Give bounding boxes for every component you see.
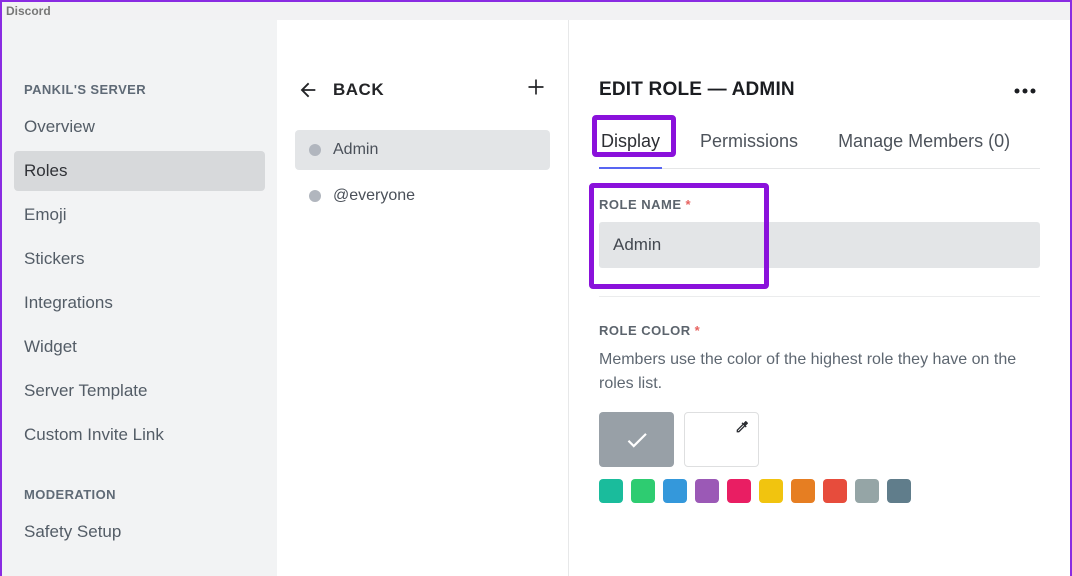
color-swatch-row <box>599 479 1040 503</box>
role-name-input[interactable] <box>599 222 1040 268</box>
back-label: BACK <box>333 80 384 100</box>
color-swatch[interactable] <box>791 479 815 503</box>
sidebar-item-custom-invite[interactable]: Custom Invite Link <box>14 415 265 455</box>
arrow-left-icon <box>297 79 319 101</box>
role-editor-panel: EDIT ROLE — ADMIN Display Permissions Ma… <box>569 20 1070 576</box>
color-swatch[interactable] <box>855 479 879 503</box>
add-role-button[interactable] <box>526 77 546 102</box>
role-color-section: ROLE COLOR* Members use the color of the… <box>599 323 1040 503</box>
color-swatch[interactable] <box>887 479 911 503</box>
role-color-label: ROLE COLOR* <box>599 323 1040 338</box>
role-color-dot <box>309 190 321 202</box>
eyedropper-icon <box>734 419 750 435</box>
server-settings-sidebar: PANKIL'S SERVER Overview Roles Emoji Sti… <box>2 20 277 576</box>
sidebar-item-emoji[interactable]: Emoji <box>14 195 265 235</box>
role-item-everyone[interactable]: @everyone <box>295 176 550 216</box>
role-name-label: ROLE NAME* <box>599 197 1040 212</box>
dots-horizontal-icon <box>1014 88 1036 94</box>
app-frame: PANKIL'S SERVER Overview Roles Emoji Sti… <box>2 20 1070 576</box>
role-item-admin[interactable]: Admin <box>295 130 550 170</box>
color-swatch[interactable] <box>663 479 687 503</box>
sidebar-item-stickers[interactable]: Stickers <box>14 239 265 279</box>
check-icon <box>624 427 650 453</box>
color-swatch[interactable] <box>759 479 783 503</box>
sidebar-item-widget[interactable]: Widget <box>14 327 265 367</box>
role-color-description: Members use the color of the highest rol… <box>599 348 1040 396</box>
role-name-section: ROLE NAME* <box>599 197 1040 297</box>
plus-icon <box>526 77 546 97</box>
more-options-button[interactable] <box>1010 77 1040 103</box>
server-name-header: PANKIL'S SERVER <box>14 82 265 107</box>
color-swatch[interactable] <box>727 479 751 503</box>
color-swatch[interactable] <box>823 479 847 503</box>
editor-title: EDIT ROLE — ADMIN <box>599 79 795 101</box>
role-item-label: @everyone <box>333 187 415 205</box>
sidebar-item-roles[interactable]: Roles <box>14 151 265 191</box>
color-swatch[interactable] <box>695 479 719 503</box>
window-titlebar: Discord <box>2 2 1070 20</box>
color-swatch[interactable] <box>631 479 655 503</box>
tab-display[interactable]: Display <box>599 131 662 168</box>
color-swatch[interactable] <box>599 479 623 503</box>
sidebar-item-integrations[interactable]: Integrations <box>14 283 265 323</box>
roles-list-panel: BACK Admin @everyone <box>277 20 569 576</box>
custom-color-swatch[interactable] <box>684 412 759 467</box>
tab-permissions[interactable]: Permissions <box>698 131 800 168</box>
sidebar-item-safety-setup[interactable]: Safety Setup <box>14 512 265 552</box>
sidebar-item-server-template[interactable]: Server Template <box>14 371 265 411</box>
role-color-dot <box>309 144 321 156</box>
back-button[interactable]: BACK <box>297 79 384 101</box>
default-color-swatch[interactable] <box>599 412 674 467</box>
editor-tabs: Display Permissions Manage Members (0) <box>599 131 1040 169</box>
sidebar-item-overview[interactable]: Overview <box>14 107 265 147</box>
tab-manage-members[interactable]: Manage Members (0) <box>836 131 1012 168</box>
role-item-label: Admin <box>333 141 378 159</box>
moderation-header: MODERATION <box>14 487 265 512</box>
